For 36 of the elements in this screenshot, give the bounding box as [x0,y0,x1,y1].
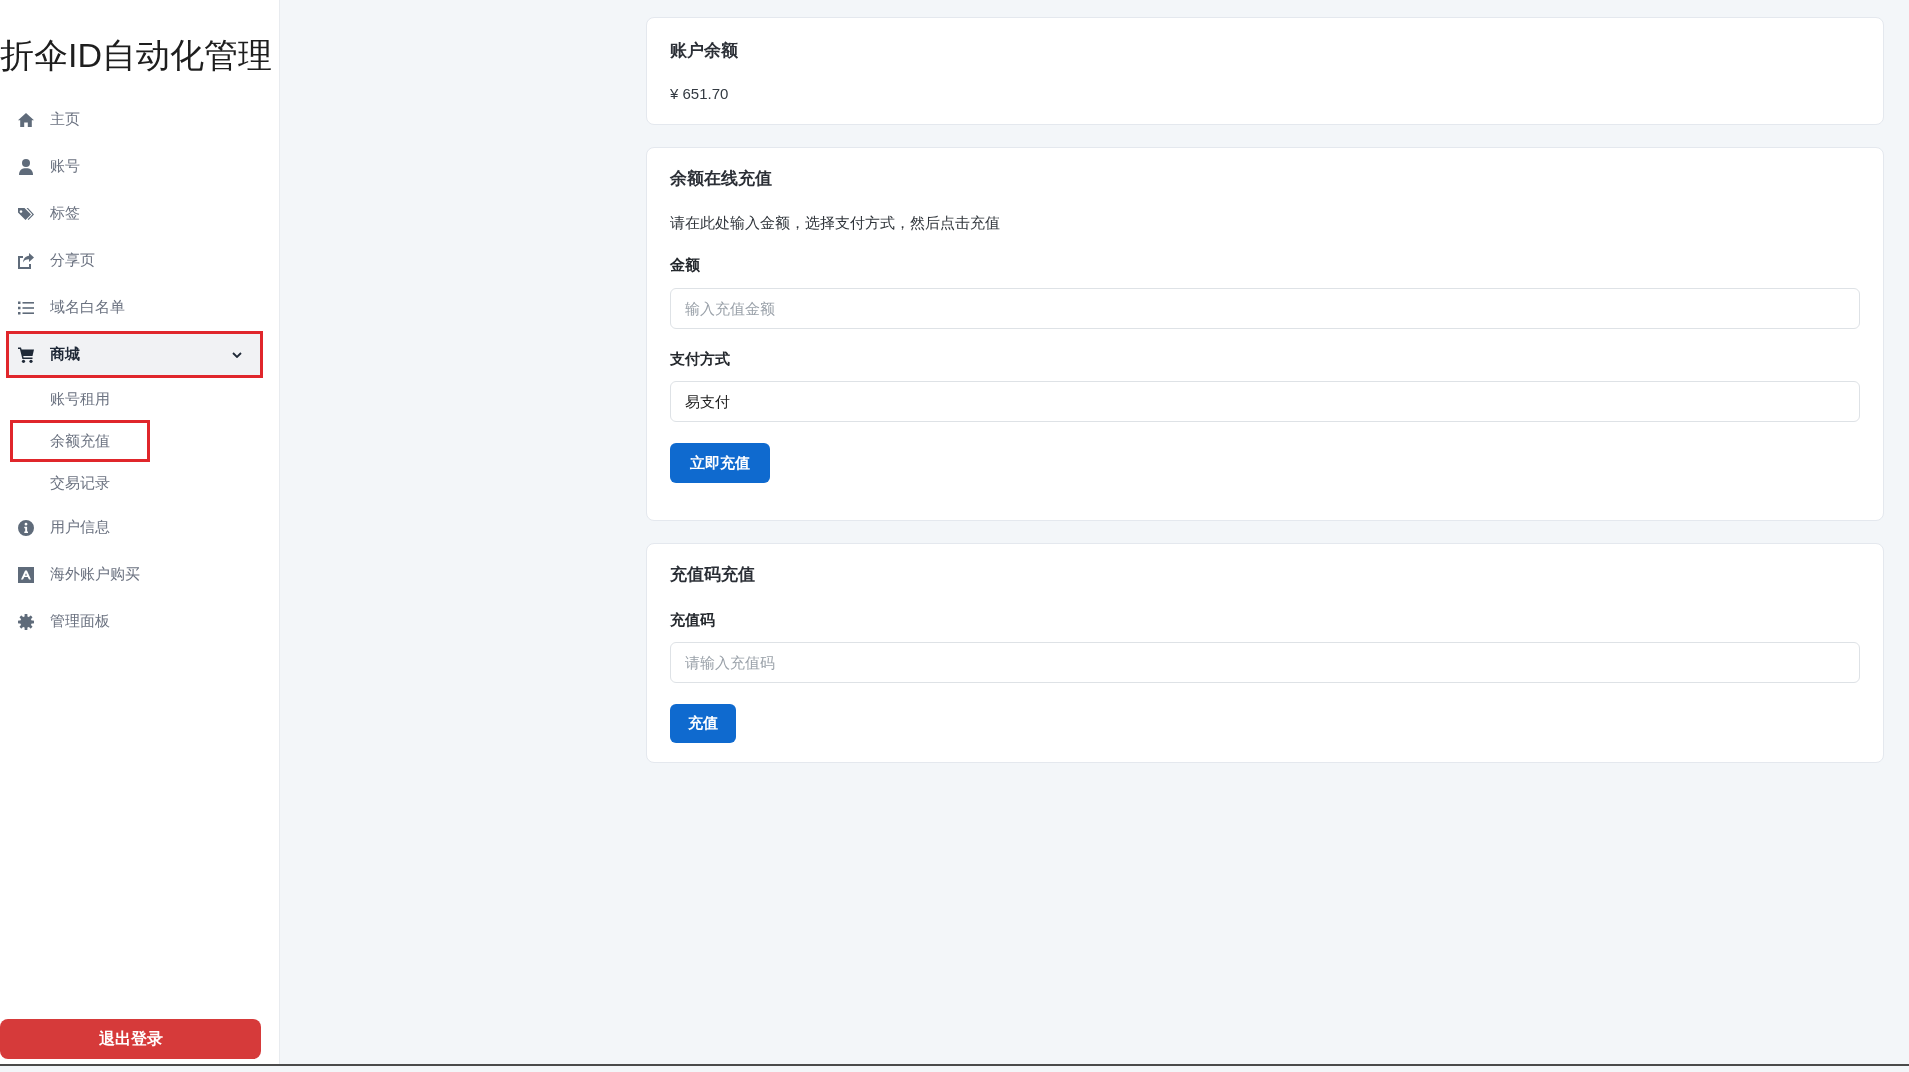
sidebar-item[interactable]: 标签 [6,190,263,237]
list-icon [18,299,34,316]
code-input[interactable]: 请输入充值码 [670,642,1860,683]
recharge-now-button[interactable]: 立即充值 [670,443,770,483]
sidebar-item[interactable]: 主页 [6,96,263,143]
field-label: 支付方式 [670,349,730,369]
tags-icon [18,205,34,222]
share-icon [18,252,34,269]
logout-button[interactable]: 退出登录 [0,1019,261,1059]
field-label: 金额 [670,255,700,275]
sidebar-subitem[interactable]: 账号租用 [10,378,150,420]
cart-icon [18,346,34,363]
sidebar-subitem[interactable]: 交易记录 [10,462,150,504]
home-icon [18,111,34,128]
field-label: 充值码 [670,610,715,630]
sidebar-item[interactable]: 用户信息 [6,504,263,551]
info-icon [18,519,34,536]
card-title: 充值码充值 [670,564,755,586]
recharge-button[interactable]: 充值 [670,704,736,743]
payment-select[interactable]: 易支付 [670,381,1860,422]
sidebar-item[interactable]: 域名白名单 [6,284,263,331]
sidebar-item[interactable]: 分享页 [6,237,263,284]
app-title: 折伞ID自动化管理 [0,35,272,75]
gear-icon [18,613,34,630]
card-title: 余额在线充值 [670,168,772,190]
user-icon [18,158,34,175]
balance-amount: ¥ 651.70 [670,84,729,104]
boxed-letter-icon [18,566,34,583]
sidebar-subitem[interactable]: 余额充值 [10,420,150,462]
sidebar-item[interactable]: 管理面板 [6,598,263,645]
amount-input[interactable]: 输入充值金额 [670,288,1860,329]
sidebar-item[interactable]: 账号 [6,143,263,190]
instruction-text: 请在此处输入金额，选择支付方式，然后点击充值 [670,213,1000,233]
card-title: 账户余额 [670,40,738,62]
sidebar-item[interactable]: 商城 [6,331,263,378]
sidebar-item[interactable]: 海外账户购买 [6,551,263,598]
